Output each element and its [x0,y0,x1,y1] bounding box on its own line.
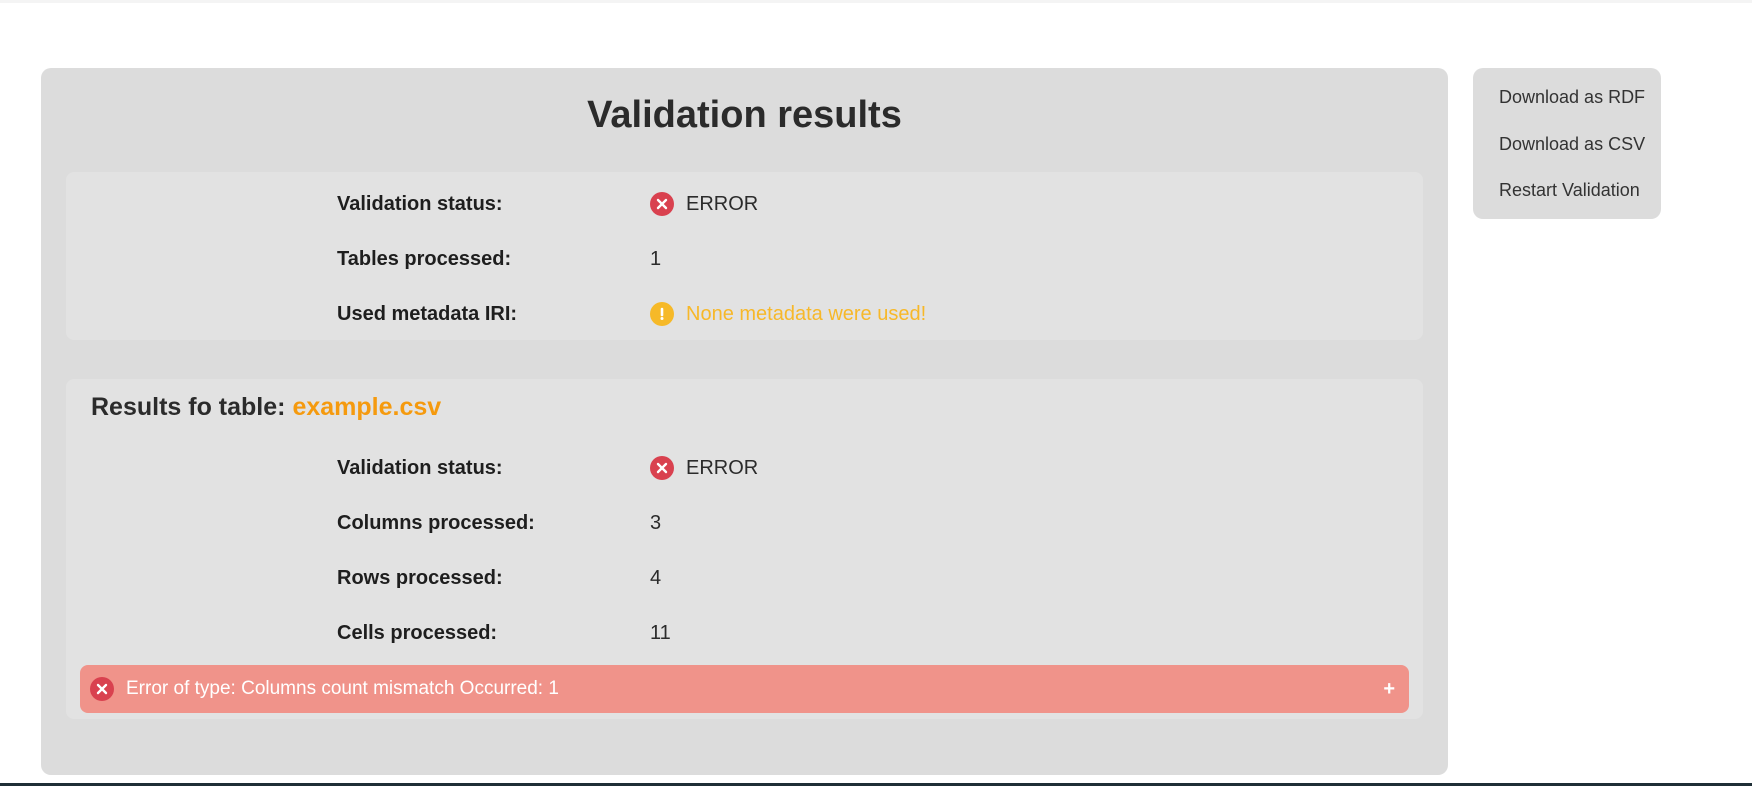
restart-validation-link[interactable]: Restart Validation [1499,179,1640,201]
table-validation-status-label: Validation status: [337,457,503,479]
rows-processed-row: Rows processed: 4 [66,563,1423,593]
error-icon [650,192,674,216]
table-results-heading: Results fo table: example.csv [91,393,441,422]
table-status-row: Validation status: ERROR [66,453,1423,483]
expand-toggle-icon[interactable]: + [1383,677,1395,701]
cells-processed-label: Cells processed: [337,622,498,644]
download-csv-link[interactable]: Download as CSV [1499,133,1645,155]
metadata-iri-row: Used metadata IRI: None metadata were us… [66,299,1423,329]
tables-processed-row: Tables processed: 1 [66,244,1423,274]
error-description: Error of type: Columns count mismatch Oc… [126,678,559,699]
error-accordion[interactable]: Error of type: Columns count mismatch Oc… [80,665,1409,713]
table-heading-prefix: Results fo table: [91,393,286,421]
cells-processed-value: 11 [650,622,671,644]
validation-status-value: ERROR [650,189,758,219]
warning-icon [650,302,674,326]
table-validation-status-text: ERROR [686,457,759,479]
metadata-iri-text: None metadata were used! [686,303,927,325]
side-menu: Download as RDF Download as CSV Restart … [1473,68,1661,219]
columns-processed-value: 3 [650,512,662,534]
table-validation-status-value: ERROR [650,453,758,483]
rows-processed-value: 4 [650,567,662,589]
metadata-iri-label: Used metadata IRI: [337,303,518,325]
error-icon [90,677,114,701]
cells-processed-row: Cells processed: 11 [66,618,1423,648]
columns-processed-row: Columns processed: 3 [66,508,1423,538]
rows-processed-label: Rows processed: [337,567,503,589]
table-results-card: Results fo table: example.csv Validation… [66,379,1423,719]
columns-processed-label: Columns processed: [337,512,535,534]
validation-status-label: Validation status: [337,193,503,215]
error-icon [650,456,674,480]
tables-processed-label: Tables processed: [337,248,512,270]
summary-status-row: Validation status: ERROR [66,189,1423,219]
validation-results-panel: Validation results Validation status: ER… [41,68,1448,775]
table-name: example.csv [292,393,442,421]
tables-processed-value: 1 [650,248,662,270]
summary-card: Validation status: ERROR Tables processe… [66,172,1423,340]
validation-status-text: ERROR [686,193,759,215]
download-rdf-link[interactable]: Download as RDF [1499,86,1645,108]
page-title: Validation results [587,94,902,136]
top-border [0,0,1752,3]
metadata-iri-value: None metadata were used! [650,299,926,329]
